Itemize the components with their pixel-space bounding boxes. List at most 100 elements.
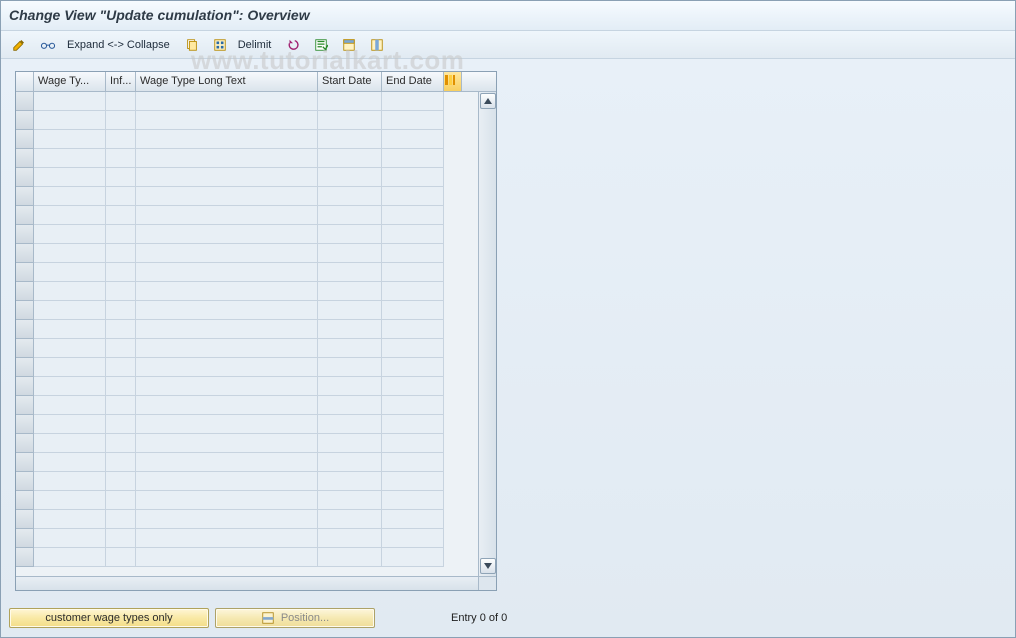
other-view-button[interactable] [35,35,61,55]
cell-infotype[interactable] [106,130,136,149]
cell-wage-type-long[interactable] [136,244,318,263]
cell-start-date[interactable] [318,396,382,415]
cell-infotype[interactable] [106,415,136,434]
cell-infotype[interactable] [106,263,136,282]
table-row[interactable] [16,263,478,282]
cell-infotype[interactable] [106,244,136,263]
cell-wage-type-long[interactable] [136,396,318,415]
cell-start-date[interactable] [318,320,382,339]
table-row[interactable] [16,111,478,130]
table-row[interactable] [16,529,478,548]
cell-wage-type[interactable] [34,301,106,320]
row-selector[interactable] [16,472,34,491]
cell-infotype[interactable] [106,491,136,510]
cell-wage-type[interactable] [34,453,106,472]
table-row[interactable] [16,244,478,263]
cell-wage-type[interactable] [34,130,106,149]
cell-start-date[interactable] [318,111,382,130]
cell-end-date[interactable] [382,548,444,567]
cell-end-date[interactable] [382,415,444,434]
cell-end-date[interactable] [382,130,444,149]
delimit-button[interactable]: Delimit [236,39,278,51]
column-infotype[interactable]: Inf... [106,72,136,91]
cell-start-date[interactable] [318,282,382,301]
table-row[interactable] [16,187,478,206]
row-selector[interactable] [16,130,34,149]
cell-wage-type-long[interactable] [136,529,318,548]
cell-start-date[interactable] [318,301,382,320]
expand-collapse-button[interactable]: Expand <-> Collapse [65,39,176,51]
cell-wage-type-long[interactable] [136,377,318,396]
cell-end-date[interactable] [382,529,444,548]
table-row[interactable] [16,301,478,320]
cell-start-date[interactable] [318,510,382,529]
row-selector[interactable] [16,491,34,510]
cell-wage-type[interactable] [34,168,106,187]
table-row[interactable] [16,548,478,567]
cell-wage-type-long[interactable] [136,206,318,225]
row-selector[interactable] [16,301,34,320]
cell-wage-type[interactable] [34,358,106,377]
row-selector[interactable] [16,244,34,263]
row-selector[interactable] [16,548,34,567]
cell-start-date[interactable] [318,377,382,396]
cell-wage-type[interactable] [34,282,106,301]
cell-wage-type[interactable] [34,491,106,510]
cell-wage-type[interactable] [34,377,106,396]
cell-end-date[interactable] [382,396,444,415]
cell-wage-type-long[interactable] [136,434,318,453]
cell-infotype[interactable] [106,548,136,567]
cell-end-date[interactable] [382,263,444,282]
cell-wage-type[interactable] [34,263,106,282]
cell-infotype[interactable] [106,320,136,339]
cell-start-date[interactable] [318,415,382,434]
cell-infotype[interactable] [106,206,136,225]
table-row[interactable] [16,225,478,244]
table-row[interactable] [16,282,478,301]
cell-start-date[interactable] [318,225,382,244]
cell-start-date[interactable] [318,130,382,149]
cell-wage-type[interactable] [34,149,106,168]
table-row[interactable] [16,472,478,491]
cell-end-date[interactable] [382,377,444,396]
row-selector[interactable] [16,149,34,168]
select-all-button[interactable] [208,35,232,55]
table-row[interactable] [16,434,478,453]
cell-infotype[interactable] [106,472,136,491]
cell-wage-type-long[interactable] [136,453,318,472]
cell-end-date[interactable] [382,149,444,168]
cell-wage-type[interactable] [34,415,106,434]
cell-wage-type[interactable] [34,339,106,358]
scroll-down-button[interactable] [480,558,496,574]
cell-wage-type-long[interactable] [136,263,318,282]
row-selector[interactable] [16,453,34,472]
row-selector[interactable] [16,320,34,339]
configure-columns-button[interactable] [444,72,462,91]
cell-wage-type-long[interactable] [136,358,318,377]
horizontal-scrollbar[interactable] [16,576,478,590]
cell-end-date[interactable] [382,320,444,339]
cell-wage-type[interactable] [34,92,106,111]
cell-start-date[interactable] [318,453,382,472]
cell-start-date[interactable] [318,263,382,282]
row-selector[interactable] [16,358,34,377]
cell-infotype[interactable] [106,92,136,111]
cell-end-date[interactable] [382,187,444,206]
row-selector[interactable] [16,111,34,130]
table-row[interactable] [16,453,478,472]
cell-wage-type-long[interactable] [136,92,318,111]
cell-wage-type[interactable] [34,510,106,529]
row-selector[interactable] [16,396,34,415]
cell-start-date[interactable] [318,339,382,358]
column-selector[interactable] [16,72,34,91]
toggle-change-button[interactable] [7,35,31,55]
table-row[interactable] [16,358,478,377]
row-selector[interactable] [16,510,34,529]
cell-end-date[interactable] [382,453,444,472]
cell-wage-type-long[interactable] [136,491,318,510]
cell-wage-type-long[interactable] [136,320,318,339]
row-selector[interactable] [16,92,34,111]
cell-wage-type-long[interactable] [136,415,318,434]
cell-end-date[interactable] [382,206,444,225]
cell-wage-type[interactable] [34,111,106,130]
